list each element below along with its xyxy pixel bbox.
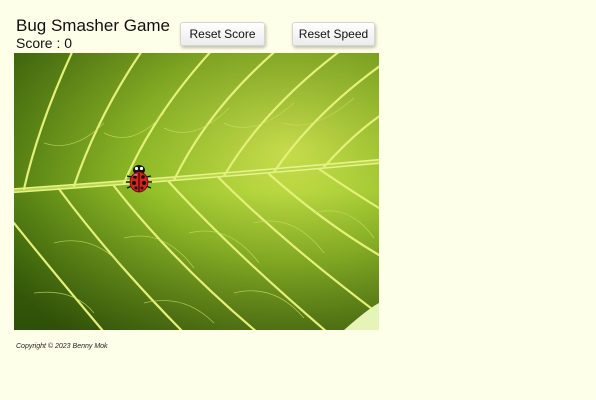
reset-speed-button[interactable]: Reset Speed	[292, 22, 375, 46]
game-board[interactable]	[14, 53, 379, 330]
copyright-footer: Copyright © 2023 Benny Mok	[16, 343, 108, 350]
game-title: Bug Smasher Game	[16, 16, 171, 35]
reset-score-button[interactable]: Reset Score	[180, 22, 265, 46]
score-label: Score : 0	[16, 35, 73, 51]
ladybug-icon[interactable]	[123, 162, 155, 194]
leaf-background-image	[14, 53, 379, 330]
